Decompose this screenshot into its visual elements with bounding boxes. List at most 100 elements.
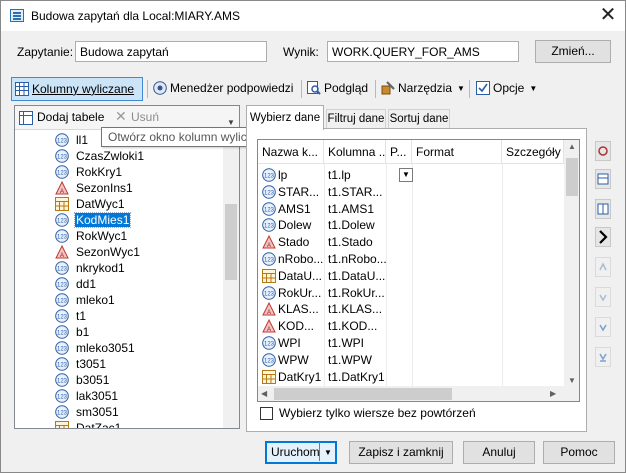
run-button[interactable]: Uruchom ▼ (265, 441, 337, 464)
tab-filter-data[interactable]: Filtruj dane (326, 109, 386, 129)
tree-vertical-scrollbar[interactable] (223, 130, 239, 428)
svg-text:123: 123 (57, 347, 68, 353)
window-title: Budowa zapytań dla Local:MIARY.AMS (31, 9, 241, 23)
table-row[interactable]: DatKry1 t1.DatKry1 (258, 369, 564, 386)
scroll-down-icon[interactable]: ▼ (564, 376, 579, 385)
table-row[interactable]: 123 WPW t1.WPW (258, 352, 564, 369)
query-builder-window: Budowa zapytań dla Local:MIARY.AMS ✕ Zap… (0, 0, 626, 473)
chevron-right-icon (599, 230, 608, 244)
svg-text:123: 123 (264, 190, 275, 196)
column-header[interactable]: Kolumna ... (324, 140, 386, 164)
grid-vertical-scrollbar[interactable]: ▲ ▼ (564, 140, 579, 401)
numeric-column-icon: 123 (55, 341, 69, 355)
join-icon (597, 203, 609, 215)
character-column-icon: A (55, 244, 69, 259)
tree-item-label: b3051 (76, 373, 110, 387)
prompt-dropdown-icon[interactable]: ▼ (399, 168, 413, 182)
table-row[interactable]: 123 WPI t1.WPI (258, 335, 564, 352)
column-header[interactable]: P... (386, 140, 412, 164)
chevron-down-icon: ▼ (457, 84, 465, 93)
table-row[interactable]: 123 Dolew t1.Dolew (258, 217, 564, 234)
scrollbar-thumb[interactable] (225, 204, 237, 280)
properties-icon (598, 146, 608, 156)
side-move-bottom-button[interactable] (595, 317, 611, 337)
tree-item-label: RokKry1 (76, 165, 123, 179)
distinct-rows-checkbox[interactable] (260, 407, 273, 420)
table-row[interactable]: A Stado t1.Stado (258, 234, 564, 251)
query-name-input[interactable]: Budowa zapytań (75, 41, 267, 62)
tree-item-label: SezonIns1 (76, 181, 133, 195)
chevron-down-icon[interactable]: ▼ (324, 443, 332, 462)
computed-columns-button[interactable]: Kolumny wyliczane (11, 77, 143, 101)
date-column-icon (262, 268, 276, 283)
close-icon[interactable]: ✕ (597, 5, 619, 27)
column-header[interactable]: Nazwa k... (258, 140, 324, 164)
panel-menu-chevron-icon[interactable]: ▼ (227, 118, 235, 127)
table-grid-icon (15, 82, 29, 96)
table-row[interactable]: A KLAS... t1.KLAS... (258, 301, 564, 318)
scrollbar-thumb[interactable] (566, 158, 578, 196)
add-table-icon (19, 111, 33, 125)
change-button[interactable]: Zmień... (535, 40, 611, 63)
tree-item-label: t3051 (76, 357, 107, 371)
options-menu-button[interactable]: Opcje ▼ (473, 77, 545, 101)
table-row[interactable]: 123 RokUr... t1.RokUr... (258, 285, 564, 302)
side-properties-button[interactable] (595, 141, 611, 161)
tree-item-label: sm3051 (76, 405, 119, 419)
toolbar: Kolumny wyliczane Menedżer podpowiedzi P… (8, 77, 620, 101)
svg-text:123: 123 (57, 267, 68, 273)
date-column-icon (262, 369, 276, 384)
scroll-right-icon[interactable]: ▶ (550, 389, 556, 398)
help-button[interactable]: Pomoc (543, 441, 615, 464)
side-delete-button[interactable] (595, 347, 611, 367)
grid-horizontal-scrollbar[interactable]: ◀ ▶ (258, 386, 564, 401)
result-label: Wynik: (283, 45, 319, 59)
column-header[interactable]: Format (412, 140, 502, 164)
save-and-close-button[interactable]: Zapisz i zamknij (349, 441, 453, 464)
side-move-right-button[interactable] (595, 227, 611, 247)
prompt-manager-button[interactable]: Menedżer podpowiedzi (150, 77, 298, 101)
table-row[interactable]: A KOD... t1.KOD... (258, 318, 564, 335)
character-column-icon: A (55, 180, 69, 195)
character-column-icon: A (262, 235, 276, 249)
column-name-cell: WPI (278, 336, 301, 350)
column-name-cell: Dolew (278, 218, 312, 233)
side-move-up-button[interactable] (595, 257, 611, 277)
svg-text:123: 123 (264, 291, 275, 297)
preview-button[interactable]: Podgląd (304, 77, 370, 101)
column-name-cell: nRobo... (278, 252, 324, 266)
svg-text:123: 123 (57, 363, 68, 369)
table-row[interactable]: 123 AMS1 t1.AMS1 (258, 201, 564, 218)
numeric-column-icon: 123 (55, 213, 69, 227)
scroll-up-icon[interactable]: ▲ (564, 142, 579, 151)
tab-sort-data[interactable]: Sortuj dane (388, 109, 450, 129)
table-row[interactable]: 123 lp t1.lp ▼ (258, 167, 564, 184)
result-name-input[interactable]: WORK.QUERY_FOR_AMS (327, 41, 519, 62)
tools-menu-button[interactable]: Narzędzia ▼ (378, 77, 465, 101)
svg-text:123: 123 (57, 171, 68, 177)
tree-item-label: mleko1 (76, 293, 115, 307)
table-row[interactable]: 123 nRobo... t1.nRobo... (258, 251, 564, 268)
column-header[interactable]: Szczegóły (502, 140, 564, 164)
svg-text:123: 123 (264, 258, 275, 264)
side-join-button[interactable] (595, 199, 611, 219)
scroll-left-icon[interactable]: ◀ (261, 389, 267, 398)
numeric-column-icon: 123 (55, 357, 69, 371)
column-name-cell: AMS1 (278, 201, 311, 216)
add-tables-button[interactable]: Dodaj tabele (19, 110, 104, 126)
column-name-cell: WPW (278, 352, 309, 367)
prompt-manager-icon (153, 81, 167, 95)
source-column-cell: t1.nRobo... (328, 252, 387, 266)
remove-button[interactable]: ✕ Usuń (115, 108, 159, 126)
numeric-column-icon: 123 (262, 218, 276, 233)
numeric-column-icon: 123 (55, 261, 69, 275)
table-row[interactable]: 123 STAR... t1.STAR... (258, 184, 564, 201)
scrollbar-thumb[interactable] (274, 388, 452, 400)
tab-select-data[interactable]: Wybierz dane (246, 105, 324, 130)
side-move-down-button[interactable] (595, 287, 611, 307)
table-row[interactable]: DataU... t1.DataU... (258, 268, 564, 285)
numeric-column-icon: 123 (262, 201, 276, 216)
side-table-button[interactable] (595, 169, 611, 189)
cancel-button[interactable]: Anuluj (463, 441, 535, 464)
source-column-cell: t1.STAR... (328, 184, 383, 199)
